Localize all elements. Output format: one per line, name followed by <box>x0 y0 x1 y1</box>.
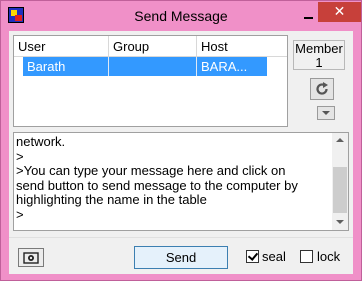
message-line: > <box>16 206 24 222</box>
column-header-group[interactable]: Group <box>109 36 197 56</box>
message-line: > <box>16 148 24 164</box>
cell-host: BARA... <box>201 59 248 74</box>
member-label: Member <box>295 41 343 56</box>
lock-checkbox[interactable] <box>300 250 313 263</box>
cell-group <box>109 57 197 76</box>
camera-icon <box>23 252 39 264</box>
column-header-user[interactable]: User <box>14 36 109 56</box>
member-count: 1 <box>315 55 323 70</box>
scroll-thumb[interactable] <box>333 167 347 213</box>
table-row[interactable]: Barath BARA... <box>23 57 267 76</box>
dropdown-arrow-icon[interactable] <box>317 106 335 120</box>
member-count-box: Member 1 <box>293 40 345 70</box>
message-line: >You can type your message here and clic… <box>16 163 286 178</box>
close-icon[interactable]: ✕ <box>318 2 361 22</box>
cell-user: Barath <box>23 57 109 76</box>
table-header: User Group Host <box>14 36 287 57</box>
message-text: network. > >You can type your message he… <box>16 134 334 222</box>
minimize-icon[interactable] <box>301 9 315 21</box>
refresh-button[interactable] <box>310 78 334 100</box>
message-line: send button to send message to the compu… <box>16 177 298 193</box>
title-bar[interactable]: Send Message ✕ <box>1 1 361 31</box>
message-line: highlighting the name in the table <box>16 192 207 207</box>
seal-label[interactable]: seal <box>262 249 286 264</box>
divider <box>9 237 353 238</box>
column-header-host[interactable]: Host <box>197 36 257 56</box>
send-button[interactable]: Send <box>134 246 228 269</box>
refresh-icon <box>316 82 328 95</box>
message-textarea[interactable]: network. > >You can type your message he… <box>13 132 349 231</box>
send-message-window: Send Message ✕ User Group Host Barath BA… <box>0 0 362 281</box>
lock-label[interactable]: lock <box>317 249 340 264</box>
camera-button[interactable] <box>18 248 44 267</box>
vertical-scrollbar[interactable] <box>332 133 348 230</box>
message-line: network. <box>16 134 66 149</box>
user-table[interactable]: User Group Host Barath BARA... <box>13 35 288 127</box>
seal-checkbox[interactable] <box>246 250 259 263</box>
dialog-body: User Group Host Barath BARA... Member 1 <box>9 31 353 274</box>
